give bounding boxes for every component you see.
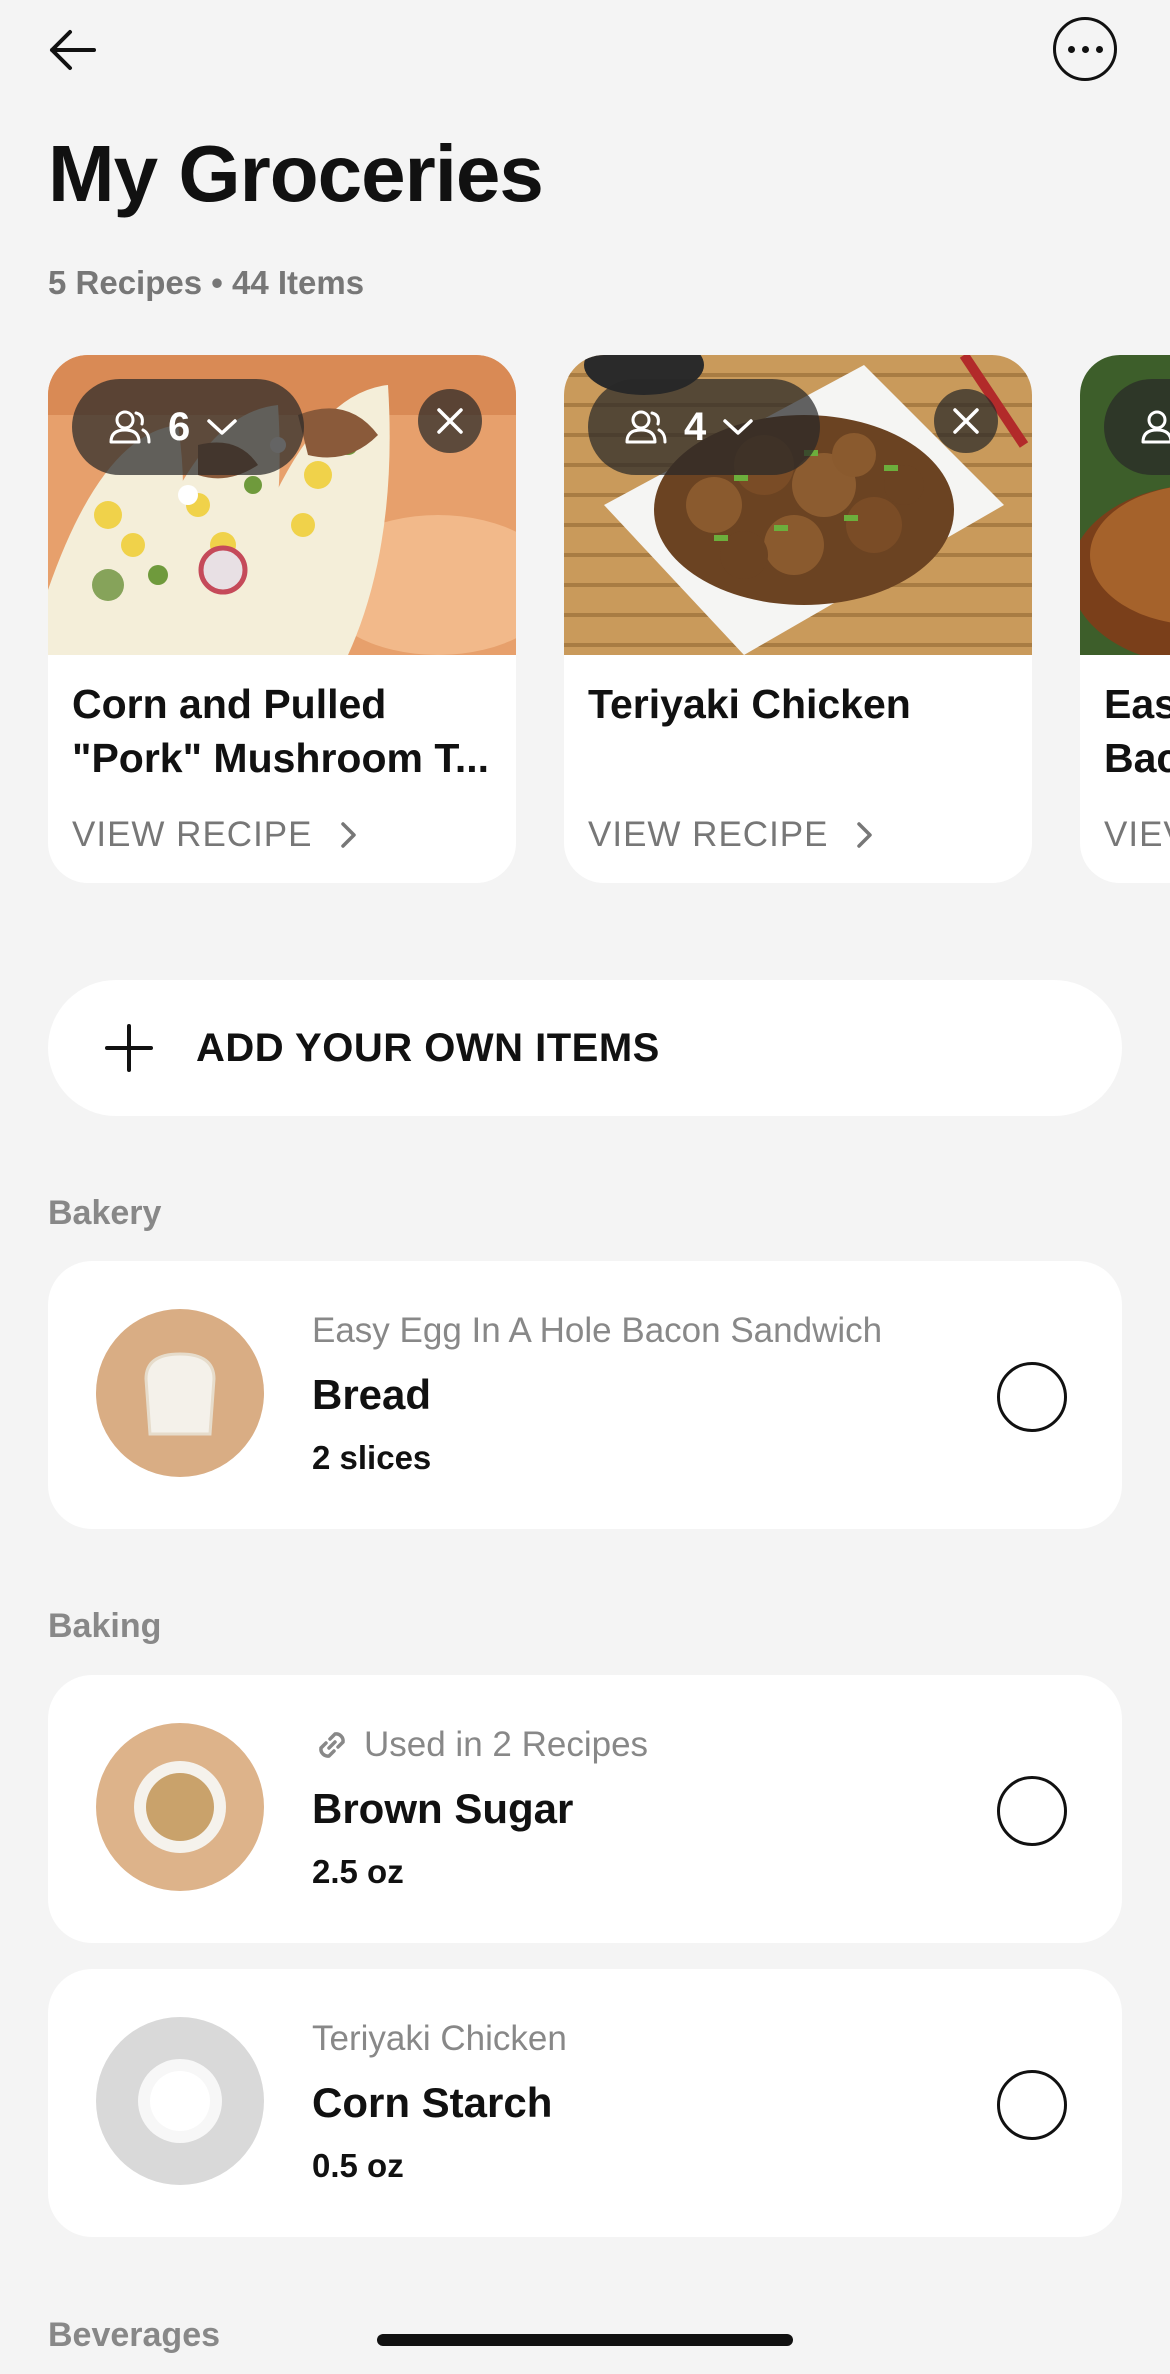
servings-selector[interactable]: 4 bbox=[588, 379, 820, 475]
chevron-down-icon bbox=[207, 419, 237, 435]
recipe-carousel[interactable]: 6 Corn and Pulled "Pork" Mushroom T... V… bbox=[48, 355, 1170, 883]
item-checkbox[interactable] bbox=[997, 1362, 1067, 1432]
more-horizontal-icon bbox=[1067, 45, 1075, 53]
item-source: Used in 2 Recipes bbox=[312, 1725, 648, 1765]
chevron-right-icon bbox=[341, 822, 357, 848]
page-subtitle: 5 Recipes • 44 Items bbox=[48, 264, 365, 301]
people-icon bbox=[1141, 410, 1170, 444]
view-recipe-label: VIEW RECIPE bbox=[588, 815, 829, 854]
item-name: Brown Sugar bbox=[312, 1785, 574, 1832]
close-icon bbox=[953, 408, 979, 434]
section-title-beverages: Beverages bbox=[48, 2316, 221, 2354]
people-icon bbox=[109, 410, 151, 444]
recipe-title: Corn and Pulled "Pork" Mushroom T... bbox=[72, 681, 490, 781]
section-title-bakery: Bakery bbox=[48, 1194, 162, 1232]
view-recipe-link[interactable]: VIEV bbox=[1104, 815, 1170, 855]
more-dot bbox=[1081, 45, 1089, 53]
link-icon bbox=[319, 1732, 345, 1758]
arrow-left-icon bbox=[50, 30, 96, 70]
grocery-item[interactable]: Teriyaki Chicken Corn Starch 0.5 oz bbox=[48, 1969, 1122, 2237]
recipe-card[interactable]: Eas Bac VIEV bbox=[1080, 355, 1170, 883]
recipe-card[interactable]: 6 Corn and Pulled "Pork" Mushroom T... V… bbox=[48, 355, 516, 883]
top-bar bbox=[0, 0, 1170, 100]
chevron-right-icon bbox=[857, 822, 873, 848]
bread-image bbox=[96, 1309, 264, 1477]
home-indicator bbox=[377, 2334, 793, 2346]
more-options-button[interactable] bbox=[1053, 17, 1117, 81]
item-source: Teriyaki Chicken bbox=[312, 2019, 567, 2059]
item-name: Corn Starch bbox=[312, 2079, 553, 2126]
add-own-items-button[interactable]: ADD YOUR OWN ITEMS bbox=[48, 980, 1122, 1116]
item-name: Bread bbox=[312, 1371, 432, 1418]
view-recipe-label: VIEV bbox=[1104, 815, 1170, 854]
view-recipe-link[interactable]: VIEW RECIPE bbox=[588, 815, 874, 855]
remove-recipe-button[interactable] bbox=[418, 389, 482, 453]
item-source-text: Teriyaki Chicken bbox=[312, 2019, 567, 2058]
plus-icon bbox=[105, 1024, 153, 1072]
grocery-item[interactable]: Used in 2 Recipes Brown Sugar 2.5 oz bbox=[48, 1675, 1122, 1943]
recipe-card[interactable]: 4 Teriyaki Chicken VIEW RECIPE bbox=[564, 355, 1032, 883]
servings-selector[interactable]: 6 bbox=[72, 379, 304, 475]
recipe-title: Eas Bac bbox=[1104, 681, 1170, 781]
item-quantity: 2 slices bbox=[312, 1439, 432, 1476]
recipe-title: Teriyaki Chicken bbox=[588, 681, 911, 727]
item-checkbox[interactable] bbox=[997, 2070, 1067, 2140]
back-button[interactable] bbox=[48, 18, 120, 82]
item-source-text: Used in 2 Recipes bbox=[364, 1725, 649, 1764]
add-own-items-label: ADD YOUR OWN ITEMS bbox=[196, 1025, 660, 1070]
item-checkbox[interactable] bbox=[997, 1776, 1067, 1846]
item-quantity: 2.5 oz bbox=[312, 1853, 404, 1890]
page-title: My Groceries bbox=[48, 129, 544, 218]
item-source-text: Easy Egg In A Hole Bacon Sandwich bbox=[312, 1311, 883, 1350]
close-icon bbox=[437, 408, 463, 434]
servings-count: 6 bbox=[168, 404, 191, 449]
item-source: Easy Egg In A Hole Bacon Sandwich bbox=[312, 1311, 882, 1351]
item-quantity: 0.5 oz bbox=[312, 2147, 404, 2184]
grocery-item[interactable]: Easy Egg In A Hole Bacon Sandwich Bread … bbox=[48, 1261, 1122, 1529]
servings-count: 4 bbox=[684, 404, 707, 449]
section-title-baking: Baking bbox=[48, 1607, 162, 1645]
remove-recipe-button[interactable] bbox=[934, 389, 998, 453]
people-icon bbox=[625, 410, 667, 444]
corn-starch-image bbox=[96, 2017, 264, 2185]
chevron-down-icon bbox=[723, 419, 753, 435]
brown-sugar-image bbox=[96, 1723, 264, 1891]
more-dot bbox=[1095, 45, 1103, 53]
view-recipe-link[interactable]: VIEW RECIPE bbox=[72, 815, 358, 855]
view-recipe-label: VIEW RECIPE bbox=[72, 815, 313, 854]
